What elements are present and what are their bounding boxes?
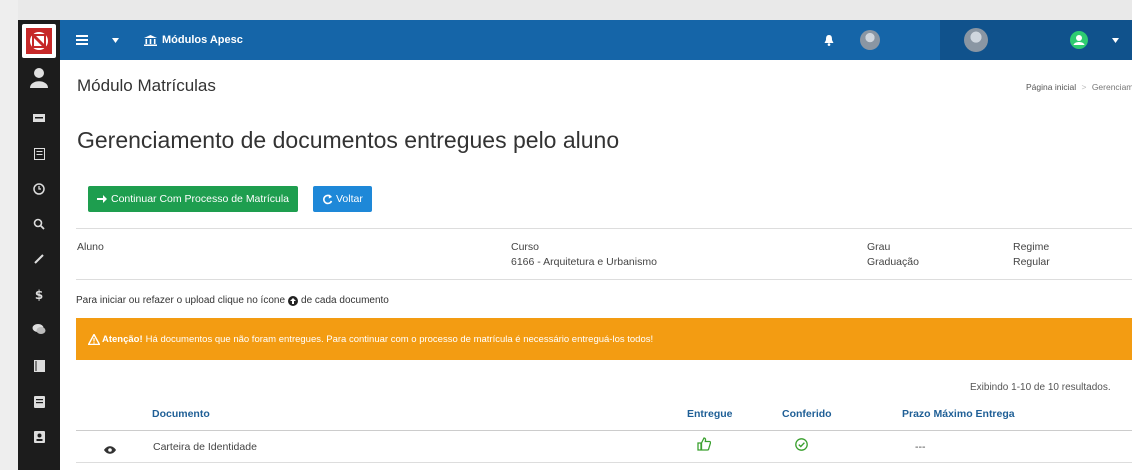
bell-icon[interactable] (824, 20, 834, 60)
back-button[interactable]: Voltar (313, 186, 372, 212)
breadcrumb: Página inicial > Gerenciamento (1026, 82, 1132, 92)
chat-icon[interactable] (18, 323, 60, 338)
user-avatar[interactable] (964, 20, 988, 60)
search-icon[interactable] (18, 218, 60, 233)
refresh-icon (323, 194, 333, 204)
course-value: 6166 - Arquitetura e Urbanismo (511, 256, 657, 268)
continue-enrollment-label: Continuar Com Processo de Matrícula (111, 193, 289, 205)
window-frame-left (0, 0, 18, 470)
file-icon[interactable] (18, 396, 60, 411)
degree-value: Graduação (867, 256, 919, 268)
degree-label: Grau (867, 241, 891, 253)
column-header-document[interactable]: Documento (152, 408, 210, 420)
avatar (860, 30, 880, 50)
table-row: Carteira de Identidade --- (76, 431, 1132, 461)
logo-icon (26, 28, 52, 54)
table-row-divider (76, 462, 1132, 463)
user-menu-caret-icon[interactable] (1112, 20, 1119, 60)
breadcrumb-separator: > (1081, 82, 1087, 92)
eye-icon[interactable] (104, 441, 116, 459)
top-navbar: Módulos Apesc (60, 20, 1132, 60)
modules-menu[interactable]: Módulos Apesc (144, 20, 243, 60)
main-content: Módulo Matrículas Página inicial > Geren… (60, 60, 1132, 470)
document-name: Carteira de Identidade (153, 441, 257, 453)
institution-icon (144, 34, 157, 46)
alert-message: Há documentos que não foram entregues. P… (145, 333, 654, 345)
hamburger-icon[interactable] (76, 20, 88, 60)
continue-enrollment-button[interactable]: Continuar Com Processo de Matrícula (88, 186, 298, 212)
avatar (964, 28, 988, 52)
results-summary: Exibindo 1-10 de 10 resultados. (970, 382, 1111, 393)
alert-title: Atenção! (102, 333, 143, 345)
id-card-icon[interactable] (18, 112, 60, 126)
column-header-checked[interactable]: Conferido (782, 408, 832, 420)
book-icon[interactable] (18, 360, 60, 375)
upload-instructions-before: Para iniciar ou refazer o upload clique … (76, 295, 286, 306)
caret-down-icon[interactable] (112, 20, 119, 60)
upload-instructions-after: de cada documento (301, 295, 389, 306)
back-button-label: Voltar (336, 193, 363, 205)
breadcrumb-current: Gerenciamento (1091, 82, 1132, 92)
regime-label: Regime (1013, 241, 1050, 253)
breadcrumb-home[interactable]: Página inicial (1026, 82, 1076, 92)
thumbs-up-icon (697, 437, 712, 456)
column-header-deadline[interactable]: Prazo Máximo Entrega (902, 408, 1015, 420)
document-icon[interactable] (18, 148, 60, 163)
sidebar: $ (18, 20, 60, 470)
divider (76, 228, 1132, 229)
clock-icon[interactable] (18, 183, 60, 198)
warning-icon (88, 333, 100, 345)
logo[interactable] (22, 24, 56, 58)
arrow-right-icon (97, 195, 107, 203)
page-title: Gerenciamento de documentos entregues pe… (77, 127, 620, 153)
dollar-icon[interactable]: $ (18, 288, 60, 302)
upload-instructions: Para iniciar ou refazer o upload clique … (76, 295, 389, 306)
window-frame-top (0, 0, 1132, 20)
profile-badge-icon[interactable] (1070, 20, 1088, 60)
deadline-value: --- (915, 441, 926, 453)
user-icon[interactable] (18, 68, 60, 91)
user-avatar-small[interactable] (860, 20, 880, 60)
student-label: Aluno (77, 241, 104, 253)
pencil-icon[interactable] (18, 253, 60, 268)
divider (76, 279, 1132, 280)
upload-circle-icon (288, 295, 299, 306)
warning-alert: Atenção! Há documentos que não foram ent… (76, 318, 1132, 360)
modules-menu-label: Módulos Apesc (162, 34, 243, 46)
topbar-user-area (940, 20, 1132, 60)
course-label: Curso (511, 241, 540, 253)
module-title: Módulo Matrículas (77, 76, 216, 95)
contact-card-icon[interactable] (18, 431, 60, 446)
check-circle-icon (795, 438, 808, 456)
column-header-delivered[interactable]: Entregue (687, 408, 733, 420)
regime-value: Regular (1013, 256, 1050, 268)
